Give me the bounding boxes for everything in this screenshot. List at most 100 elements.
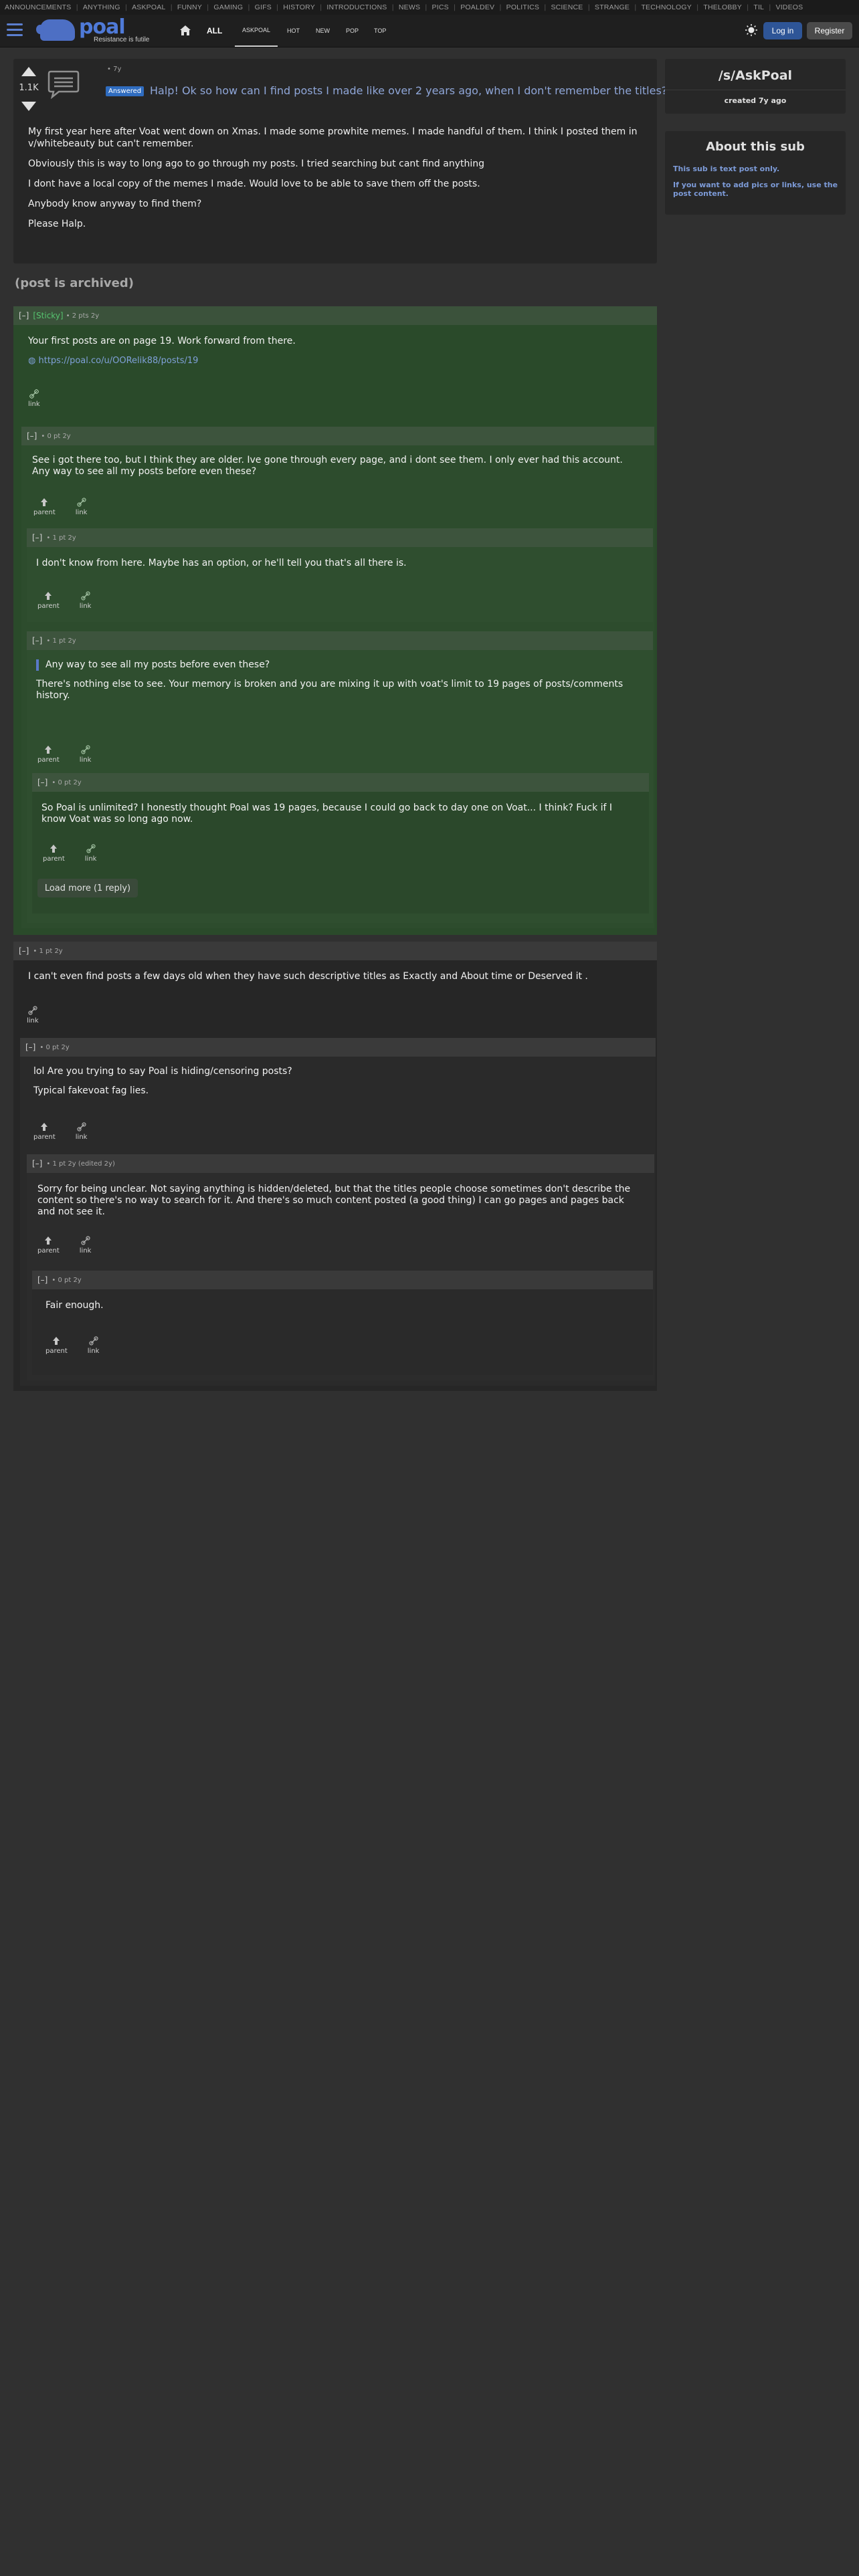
comment-body: I can't even find posts a few days old w… <box>28 971 644 990</box>
nav-tab-pop[interactable]: POP <box>346 15 359 47</box>
nav-tab-hot[interactable]: HOT <box>287 15 300 47</box>
category-link-pics[interactable]: PICS <box>427 3 454 11</box>
category-link-funny[interactable]: FUNNY <box>173 3 207 11</box>
upvote-icon[interactable] <box>21 67 36 76</box>
comment-header: [–] • 1 pt 2y <box>13 942 657 960</box>
load-more-button[interactable]: Load more (1 reply) <box>37 879 138 897</box>
category-link-introductions[interactable]: INTRODUCTIONS <box>322 3 391 11</box>
about-sub-card: About this sub This sub is text post onl… <box>665 131 846 215</box>
collapse-toggle[interactable]: [–] <box>25 1043 35 1052</box>
comment: [–] • 1 pt 2y I don't know from here. Ma… <box>27 528 653 622</box>
arrow-up-icon <box>45 1237 52 1245</box>
collapse-toggle[interactable]: [–] <box>19 946 29 956</box>
parent-button[interactable]: parent <box>33 498 56 516</box>
comment-text: Sorry for being unclear. Not saying anyt… <box>37 1184 631 1217</box>
category-link-gaming[interactable]: GAMING <box>209 3 248 11</box>
comment-text: Your first posts are on page 19. Work fo… <box>28 336 296 346</box>
collapse-toggle[interactable]: [–] <box>37 778 47 787</box>
sticky-badge: [Sticky] <box>33 311 64 320</box>
category-link-history[interactable]: HISTORY <box>278 3 320 11</box>
collapse-toggle[interactable]: [–] <box>37 1275 47 1285</box>
category-link-science[interactable]: SCIENCE <box>546 3 587 11</box>
link-button[interactable]: link <box>76 1122 87 1141</box>
collapse-toggle[interactable]: [–] <box>19 311 29 320</box>
arrow-up-icon <box>50 845 58 853</box>
collapse-toggle[interactable]: [–] <box>32 533 42 542</box>
category-link-videos[interactable]: VIDEOS <box>771 3 807 11</box>
register-button[interactable]: Register <box>807 22 852 39</box>
link-button[interactable]: link <box>28 389 40 408</box>
link-button[interactable]: link <box>80 1236 91 1255</box>
category-link-til[interactable]: TIL <box>749 3 769 11</box>
collapse-toggle[interactable]: [–] <box>32 636 42 645</box>
sub-name[interactable]: /s/AskPoal <box>665 68 846 83</box>
comment-body: Any way to see all my posts before even … <box>36 659 638 710</box>
comment-meta: • 1 pt 2y <box>46 637 76 645</box>
comment-text: So Poal is unlimited? I honestly thought… <box>41 802 613 825</box>
link-button[interactable]: link <box>85 844 96 863</box>
collapse-toggle[interactable]: [–] <box>32 1159 42 1168</box>
link-icon <box>89 1336 98 1346</box>
comment-meta: • 1 pt 2y (edited 2y) <box>46 1160 115 1168</box>
comment-body: Your first posts are on page 19. Work fo… <box>28 336 644 374</box>
comment-text: See i got there too, but I think they ar… <box>32 455 623 477</box>
link-icon <box>29 389 39 399</box>
comment: [–] • 0 pt 2y So Poal is unlimited? I ho… <box>32 773 649 914</box>
site-logo[interactable]: poal Resistance is futile <box>36 15 154 45</box>
post-score: 1.1K <box>19 83 39 93</box>
post-card: 1.1K • 7y Answered Halp! Ok so how can I… <box>13 59 667 263</box>
parent-button[interactable]: parent <box>33 1122 56 1141</box>
comment-meta: • 0 pt 2y <box>39 1043 70 1051</box>
category-link-technology[interactable]: TECHNOLOGY <box>636 3 696 11</box>
parent-button[interactable]: parent <box>43 844 65 863</box>
comment-header: [–] • 0 pt 2y <box>32 1271 653 1289</box>
nav-tab-top[interactable]: TOP <box>374 15 386 47</box>
category-link-strange[interactable]: STRANGE <box>590 3 634 11</box>
link-icon <box>77 498 86 507</box>
comment-header: [–] • 0 pt 2y <box>20 1038 656 1057</box>
parent-button[interactable]: parent <box>37 1236 60 1255</box>
sub-created: created 7y ago <box>724 96 787 105</box>
comment-header: [–] [Sticky] • 2 pts 2y <box>13 306 657 325</box>
category-link-gifs[interactable]: GIFS <box>250 3 276 11</box>
link-button[interactable]: link <box>80 591 91 610</box>
category-link-announcements[interactable]: ANNOUNCEMENTS <box>0 3 76 11</box>
comment-header: [–] • 1 pt 2y (edited 2y) <box>27 1154 654 1173</box>
comment-header: [–] • 0 pt 2y <box>21 427 654 445</box>
about-text: This sub is text post only. <box>673 165 780 173</box>
link-button[interactable]: link <box>76 498 87 516</box>
parent-button[interactable]: parent <box>45 1336 68 1355</box>
arrow-up-icon <box>45 592 52 600</box>
link-button[interactable]: link <box>88 1336 99 1355</box>
nav-tab-new[interactable]: NEW <box>316 15 330 47</box>
home-icon[interactable] <box>179 25 191 37</box>
comment-meta: • 1 pt 2y <box>46 534 76 542</box>
theme-toggle-icon[interactable] <box>745 23 758 37</box>
comment-actions: link <box>27 1006 59 1025</box>
category-link-poaldev[interactable]: POALDEV <box>456 3 499 11</box>
category-link-politics[interactable]: POLITICS <box>502 3 544 11</box>
link-button[interactable]: link <box>27 1006 39 1025</box>
category-link-thelobby[interactable]: THELOBBY <box>698 3 747 11</box>
nav-tab-askpoal[interactable]: ASKPOAL <box>235 15 278 47</box>
link-button[interactable]: link <box>80 745 91 764</box>
post-paragraph: Please Halp. <box>28 219 86 229</box>
arrow-up-icon <box>45 746 52 754</box>
category-link-askpoal[interactable]: ASKPOAL <box>127 3 170 11</box>
archived-notice: (post is archived) <box>15 276 134 290</box>
parent-button[interactable]: parent <box>37 745 60 764</box>
link-icon <box>81 1236 90 1245</box>
login-button[interactable]: Log in <box>763 22 802 39</box>
collapse-toggle[interactable]: [–] <box>27 431 37 441</box>
category-link-anything[interactable]: ANYTHING <box>78 3 125 11</box>
category-link-news[interactable]: NEWS <box>394 3 425 11</box>
menu-icon[interactable] <box>7 23 23 37</box>
post-paragraph: Anybody know anyway to find them? <box>28 199 202 209</box>
post-title[interactable]: Halp! Ok so how can I find posts I made … <box>150 84 667 97</box>
comment: [–] • 1 pt 2y Any way to see all my post… <box>27 631 653 923</box>
category-bar: ANNOUNCEMENTS | ANYTHING | ASKPOAL | FUNNY | GAM… <box>0 0 859 15</box>
comment-link[interactable]: https://poal.co/u/OORelik88/posts/19 <box>38 356 198 366</box>
parent-button[interactable]: parent <box>37 591 60 610</box>
nav-all[interactable]: ALL <box>207 15 222 47</box>
downvote-icon[interactable] <box>21 102 36 111</box>
